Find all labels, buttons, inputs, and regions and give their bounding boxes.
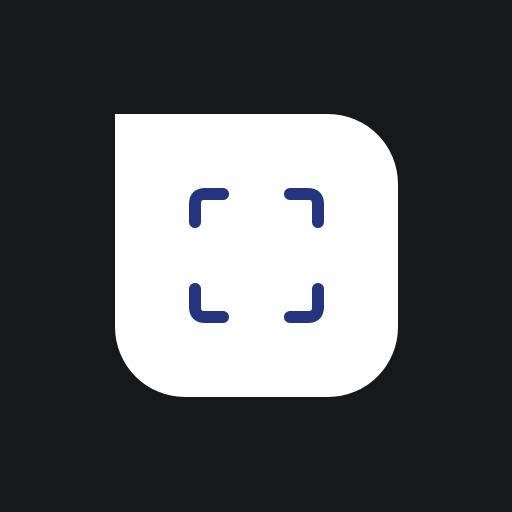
corner-bottom-left bbox=[189, 283, 229, 323]
corner-top-left bbox=[189, 188, 229, 228]
app-icon-tile[interactable] bbox=[115, 114, 398, 397]
scan-frame-icon bbox=[189, 188, 324, 323]
icon-canvas bbox=[0, 0, 512, 512]
corner-bottom-right bbox=[284, 283, 324, 323]
scan-frame-corners bbox=[189, 188, 324, 323]
corner-top-right bbox=[284, 188, 324, 228]
